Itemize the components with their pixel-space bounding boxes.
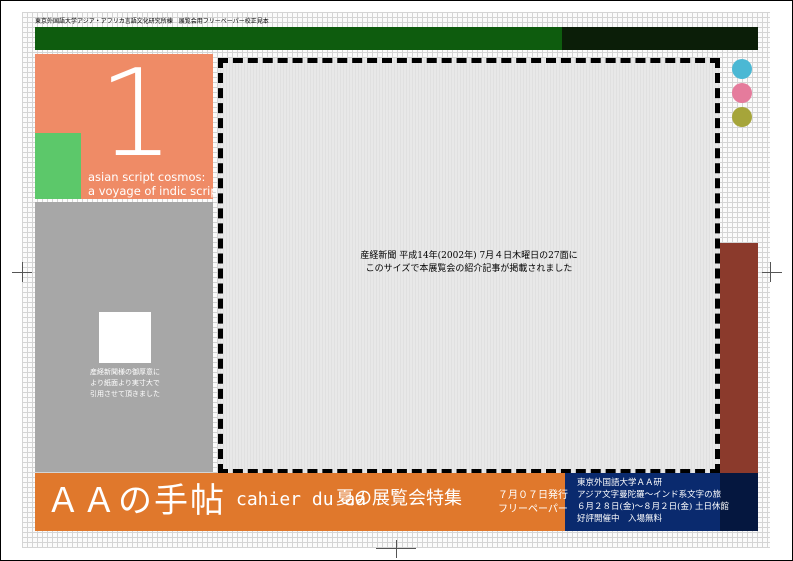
cover-subtitle: asian script cosmos: a voyage of indic s… [88, 170, 228, 198]
credit-line: より紙面より実寸大で [90, 379, 160, 387]
issue-line: フリーペーパー [498, 504, 568, 515]
photo-credit: 産経新聞様の御厚意に より紙面より実寸大で 引用させて頂きました [60, 367, 190, 400]
info-line: 東京外国語大学ＡＡ研 [577, 478, 663, 488]
green-square [35, 133, 81, 199]
crop-mark-left-v [22, 262, 23, 282]
issue-line: ７月０７日発行 [498, 490, 568, 501]
info-line: アジア文字曼陀羅～インド系文字の旅 [577, 490, 722, 500]
article-note-line: このサイズで本展覧会の紹介記事が掲載されました [365, 264, 573, 274]
special-feature: 夏の展覧会特集 [336, 488, 462, 509]
crop-mark-right-v [770, 262, 771, 282]
blue-dot [732, 59, 752, 79]
credit-line: 引用させて頂きました [90, 390, 160, 398]
issue-number: 1 [98, 45, 175, 184]
crop-mark-bottom-v [396, 540, 397, 558]
info-line: ６月２８日(金)～８月２日(金) 土日休館 [577, 502, 729, 512]
top-bar-dark [562, 27, 758, 50]
pink-dot [732, 83, 752, 103]
side-bar [720, 243, 758, 473]
proof-note: 東京外国語大学アジア・アフリカ言語文化研究所棟 展覧会用フリーペーパー校正見本 [35, 18, 269, 25]
article-note: 産経新聞 平成14年(2002年) 7月４日木曜日の27面に このサイズで本展覧… [218, 250, 720, 276]
exhibition-info: 東京外国語大学ＡＡ研 アジア文字曼陀羅～インド系文字の旅 ６月２８日(金)～８月… [577, 477, 729, 525]
olive-dot [732, 107, 752, 127]
info-line: 好評開催中 入場無料 [577, 514, 663, 524]
credit-line: 産経新聞様の御厚意に [90, 368, 160, 376]
subtitle-line: asian script cosmos: [88, 170, 206, 184]
issue-info: ７月０７日発行 フリーペーパー [498, 489, 568, 517]
subtitle-line: a voyage of indic scripts [88, 184, 229, 198]
article-note-line: 産経新聞 平成14年(2002年) 7月４日木曜日の27面に [360, 251, 578, 261]
crop-mark-right [762, 272, 782, 273]
photo-placeholder [99, 312, 151, 363]
magazine-title: ＡＡの手帖 [46, 481, 226, 521]
